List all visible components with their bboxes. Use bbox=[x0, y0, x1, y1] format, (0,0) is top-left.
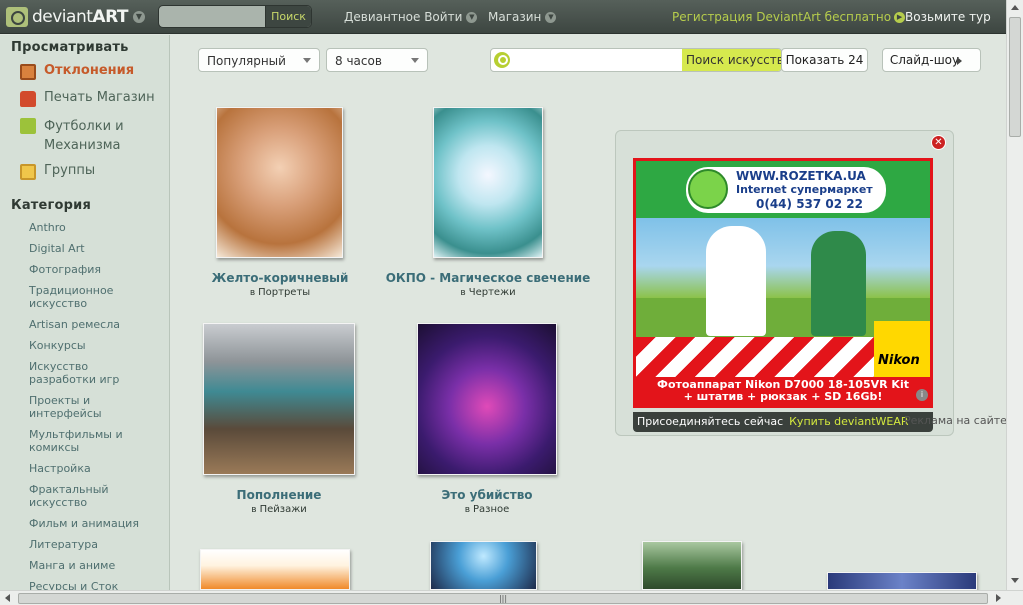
deviation-icon bbox=[20, 64, 36, 80]
artwork-title[interactable]: Это убийство bbox=[397, 488, 577, 502]
artwork-thumbnail[interactable] bbox=[417, 323, 557, 475]
artwork-title[interactable]: Желто-коричневый bbox=[189, 271, 371, 285]
sidebar: Просматривать Отклонения Печать Магазин … bbox=[0, 35, 170, 593]
artwork-title[interactable]: Пополнение bbox=[189, 488, 369, 502]
dropdown-arrow-icon bbox=[303, 58, 311, 63]
art-search-button[interactable]: Поиск искусства bbox=[682, 49, 781, 71]
scroll-left-icon[interactable] bbox=[5, 594, 10, 602]
category-digital-art[interactable]: Digital Art bbox=[29, 242, 85, 255]
artwork-thumbnail[interactable] bbox=[642, 541, 742, 590]
category-artisan-crafts[interactable]: Artisan ремесла bbox=[29, 318, 120, 331]
category-literature[interactable]: Литература bbox=[29, 538, 98, 551]
nav-shop[interactable]: Магазин ▼ bbox=[488, 10, 557, 24]
art-search: Поиск искусства bbox=[490, 48, 782, 72]
category-contests[interactable]: Конкурсы bbox=[29, 339, 86, 352]
artwork-thumbnail[interactable] bbox=[827, 572, 977, 590]
man-illustration bbox=[706, 226, 766, 336]
tshirt-icon bbox=[20, 118, 36, 134]
smiley-logo-icon bbox=[688, 169, 728, 209]
header-search-input[interactable] bbox=[163, 9, 263, 24]
tour-link[interactable]: Возьмите тур bbox=[905, 10, 991, 24]
sidebar-item-print-shop[interactable]: Печать Магазин bbox=[20, 90, 155, 107]
artwork-category-link[interactable]: Портреты bbox=[258, 287, 310, 298]
artwork-category: в Чертежи bbox=[460, 287, 516, 298]
category-manga-anime[interactable]: Манга и аниме bbox=[29, 559, 115, 572]
main-content: Популярный 8 часов Поиск искусства Показ… bbox=[171, 35, 1007, 590]
category-customization[interactable]: Настройка bbox=[29, 462, 91, 475]
period-select[interactable]: 8 часов bbox=[326, 48, 428, 72]
artwork-title[interactable]: ОКПО - Магическое свечение bbox=[383, 271, 593, 285]
ad-banner[interactable]: WWW.ROZETKA.UA Internet супермаркет 0(44… bbox=[633, 158, 933, 408]
arrow-right-icon: ▶ bbox=[894, 12, 906, 23]
scrollbar-thumb[interactable] bbox=[1009, 17, 1021, 137]
sidebar-item-tshirts[interactable]: Футболки и Механизма bbox=[20, 117, 124, 155]
header-search-button[interactable]: Поиск bbox=[265, 6, 311, 27]
join-link[interactable]: Присоединяйтесь сейчас bbox=[637, 415, 783, 428]
show-count-button[interactable]: Показать 24 bbox=[781, 48, 868, 72]
artwork-thumbnail[interactable] bbox=[203, 323, 355, 475]
nikon-logo: Nikon bbox=[874, 321, 930, 377]
logo-menu-chevron-icon[interactable]: ▼ bbox=[133, 11, 145, 23]
advertise-link[interactable]: Реклама на сайте bbox=[904, 414, 1007, 427]
horizontal-scrollbar[interactable]: ||| bbox=[0, 590, 1023, 605]
sort-select[interactable]: Популярный bbox=[198, 48, 320, 72]
logo-mark-icon bbox=[6, 7, 28, 27]
shop-bag-icon bbox=[20, 91, 36, 107]
artwork-thumbnail[interactable] bbox=[200, 549, 350, 590]
artwork-thumbnail[interactable] bbox=[216, 107, 343, 258]
category-designs-interfaces[interactable]: Проекты и интерфейсы bbox=[29, 394, 102, 420]
artwork-category: в Разное bbox=[464, 504, 510, 515]
vertical-scrollbar[interactable] bbox=[1006, 0, 1023, 590]
category-traditional-art[interactable]: Традиционное искусство bbox=[29, 284, 113, 310]
search-icon bbox=[494, 52, 510, 68]
scroll-up-icon[interactable] bbox=[1011, 5, 1019, 10]
scroll-right-icon[interactable] bbox=[996, 594, 1001, 602]
artwork-category: в Пейзажи bbox=[251, 504, 307, 515]
category-film-animation[interactable]: Фильм и анимация bbox=[29, 517, 139, 530]
artwork-category: в Портреты bbox=[249, 287, 311, 298]
art-search-input[interactable] bbox=[515, 53, 675, 67]
man-illustration bbox=[811, 231, 866, 336]
artwork-category-link[interactable]: Пейзажи bbox=[260, 504, 307, 515]
header-search: Поиск bbox=[158, 5, 312, 28]
scrollbar-thumb[interactable]: ||| bbox=[18, 593, 988, 604]
artwork-category-link[interactable]: Разное bbox=[473, 504, 509, 515]
register-link[interactable]: Регистрация DeviantArt бесплатно ▶ bbox=[672, 10, 906, 24]
slideshow-button[interactable]: Слайд-шоу bbox=[882, 48, 981, 72]
artwork-thumbnail[interactable] bbox=[430, 541, 537, 590]
top-bar: deviantART ▼ Поиск Девиантное Войти ▼ Маг… bbox=[0, 0, 1006, 34]
sidebar-item-groups[interactable]: Группы bbox=[20, 163, 95, 180]
sidebar-item-deviations[interactable]: Отклонения bbox=[20, 63, 134, 80]
artwork-category-link[interactable]: Чертежи bbox=[469, 287, 516, 298]
dropdown-arrow-icon bbox=[411, 58, 419, 63]
category-heading: Категория bbox=[11, 198, 92, 213]
category-cartoons-comics[interactable]: Мультфильмы и комиксы bbox=[29, 428, 123, 454]
info-icon[interactable]: i bbox=[916, 389, 928, 401]
category-photography[interactable]: Фотография bbox=[29, 263, 101, 276]
ad-footer: Присоединяйтесь сейчас Купить deviantWEAR bbox=[633, 412, 933, 432]
deviantart-logo[interactable]: deviantART bbox=[6, 6, 128, 28]
chevron-down-icon: ▼ bbox=[545, 12, 557, 23]
category-anthro[interactable]: Anthro bbox=[29, 221, 66, 234]
house-icon bbox=[20, 164, 36, 180]
close-icon[interactable]: ✕ bbox=[931, 135, 946, 150]
play-icon bbox=[957, 57, 962, 65]
category-game-development[interactable]: Искусство разработки игр bbox=[29, 360, 119, 386]
artwork-thumbnail[interactable] bbox=[433, 107, 543, 258]
browse-heading: Просматривать bbox=[11, 40, 129, 55]
category-fractal-art[interactable]: Фрактальный искусство bbox=[29, 483, 109, 509]
buy-deviantwear-link[interactable]: Купить deviantWEAR bbox=[789, 415, 908, 428]
nav-deviant-login[interactable]: Девиантное Войти ▼ bbox=[344, 10, 478, 24]
scroll-down-icon[interactable] bbox=[1011, 578, 1019, 583]
chevron-down-icon: ▼ bbox=[466, 12, 478, 23]
